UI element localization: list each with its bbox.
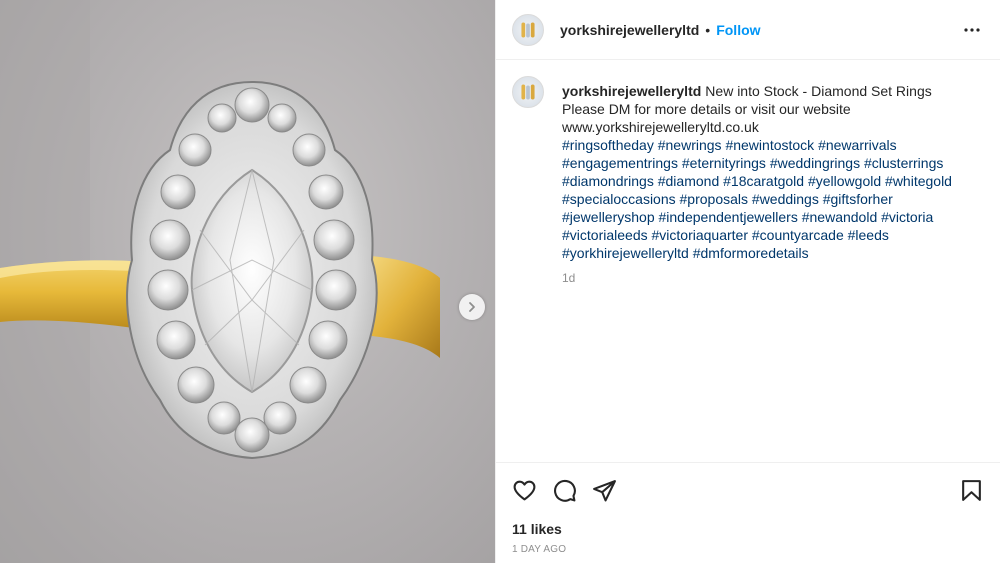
hashtag-link[interactable]: #countyarcade [752, 227, 844, 243]
avatar[interactable] [512, 13, 544, 46]
hashtag-link[interactable]: #clusterrings [864, 155, 943, 171]
hashtag-link[interactable]: #18caratgold [723, 173, 804, 189]
hashtag-link[interactable]: #leeds [848, 227, 889, 243]
post-media[interactable] [0, 0, 495, 563]
actions-section: 11 likes 1 day ago [496, 462, 1000, 563]
hashtag-link[interactable]: #independentjewellers [659, 209, 798, 225]
heart-icon[interactable] [512, 470, 552, 510]
hashtag-link[interactable]: #victoriaquarter [652, 227, 749, 243]
hashtag-link[interactable]: #newintostock [725, 137, 814, 153]
caption: yorkshirejewelleryltd New into Stock - Di… [512, 76, 984, 287]
hashtag-link[interactable]: #ringsoftheday [562, 137, 654, 153]
caption-body-line-1: Please DM for more details or visit our … [562, 101, 851, 117]
hashtag-list: #ringsoftheday #newrings #newintostock #… [562, 136, 952, 262]
hashtag-link[interactable]: #victorialeeds [562, 227, 648, 243]
username[interactable]: yorkshirejewelleryltd [560, 22, 699, 38]
hashtag-link[interactable]: #newrings [658, 137, 722, 153]
more-options-icon[interactable] [960, 18, 984, 42]
like-count[interactable]: 11 likes [512, 521, 984, 537]
caption-text: yorkshirejewelleryltd New into Stock - Di… [562, 76, 952, 287]
hashtag-link[interactable]: #victoria [881, 209, 933, 225]
hashtag-link[interactable]: #eternityrings [682, 155, 766, 171]
hashtag-link[interactable]: #yorkhirejewelleryltd [562, 245, 689, 261]
ring-photo [0, 0, 440, 563]
hashtag-link[interactable]: #newarrivals [818, 137, 897, 153]
post-side-panel: yorkshirejewelleryltd • Follow yorkshire… [495, 0, 1000, 563]
post-header: yorkshirejewelleryltd • Follow [496, 0, 1000, 60]
hashtag-row: #diamondrings #diamond #18caratgold #yel… [562, 172, 952, 190]
hashtag-link[interactable]: #weddingrings [770, 155, 860, 171]
hashtag-row: #yorkhirejewelleryltd #dmformoredetails [562, 244, 952, 262]
comment-icon[interactable] [552, 470, 592, 510]
action-bar [512, 463, 984, 515]
hashtag-row: #victorialeeds #victoriaquarter #countya… [562, 226, 952, 244]
hashtag-link[interactable]: #weddings [752, 191, 819, 207]
hashtag-link[interactable]: #dmformoredetails [693, 245, 809, 261]
hashtag-row: #jewelleryshop #independentjewellers #ne… [562, 208, 952, 226]
hashtag-link[interactable]: #jewelleryshop [562, 209, 655, 225]
share-icon[interactable] [592, 470, 632, 510]
hashtag-row: #specialoccasions #proposals #weddings #… [562, 190, 952, 208]
comments-area: yorkshirejewelleryltd New into Stock - Di… [496, 60, 1000, 462]
instagram-post: yorkshirejewelleryltd • Follow yorkshire… [0, 0, 1000, 563]
caption-age[interactable]: 1d [562, 269, 952, 287]
hashtag-row: #ringsoftheday #newrings #newintostock #… [562, 136, 952, 154]
chevron-right-icon [469, 302, 475, 312]
hashtag-link[interactable]: #engagementrings [562, 155, 678, 171]
hashtag-link[interactable]: #giftsforher [823, 191, 893, 207]
hashtag-link[interactable]: #yellowgold [808, 173, 881, 189]
hashtag-row: #engagementrings #eternityrings #wedding… [562, 154, 952, 172]
hashtag-link[interactable]: #whitegold [885, 173, 952, 189]
bookmark-icon[interactable] [944, 470, 984, 510]
follow-button[interactable]: Follow [716, 22, 760, 38]
caption-headline: New into Stock - Diamond Set Rings [705, 83, 932, 99]
hashtag-link[interactable]: #proposals [680, 191, 749, 207]
hashtag-link[interactable]: #specialoccasions [562, 191, 676, 207]
hashtag-link[interactable]: #diamondrings [562, 173, 654, 189]
post-date: 1 day ago [512, 544, 567, 555]
hashtag-link[interactable]: #diamond [658, 173, 720, 189]
caption-username[interactable]: yorkshirejewelleryltd [562, 83, 701, 99]
hashtag-link[interactable]: #newandold [802, 209, 878, 225]
separator-dot: • [705, 21, 711, 38]
next-image-button[interactable] [459, 294, 485, 320]
caption-avatar[interactable] [512, 76, 544, 108]
caption-website: www.yorkshirejewelleryltd.co.uk [562, 119, 759, 135]
